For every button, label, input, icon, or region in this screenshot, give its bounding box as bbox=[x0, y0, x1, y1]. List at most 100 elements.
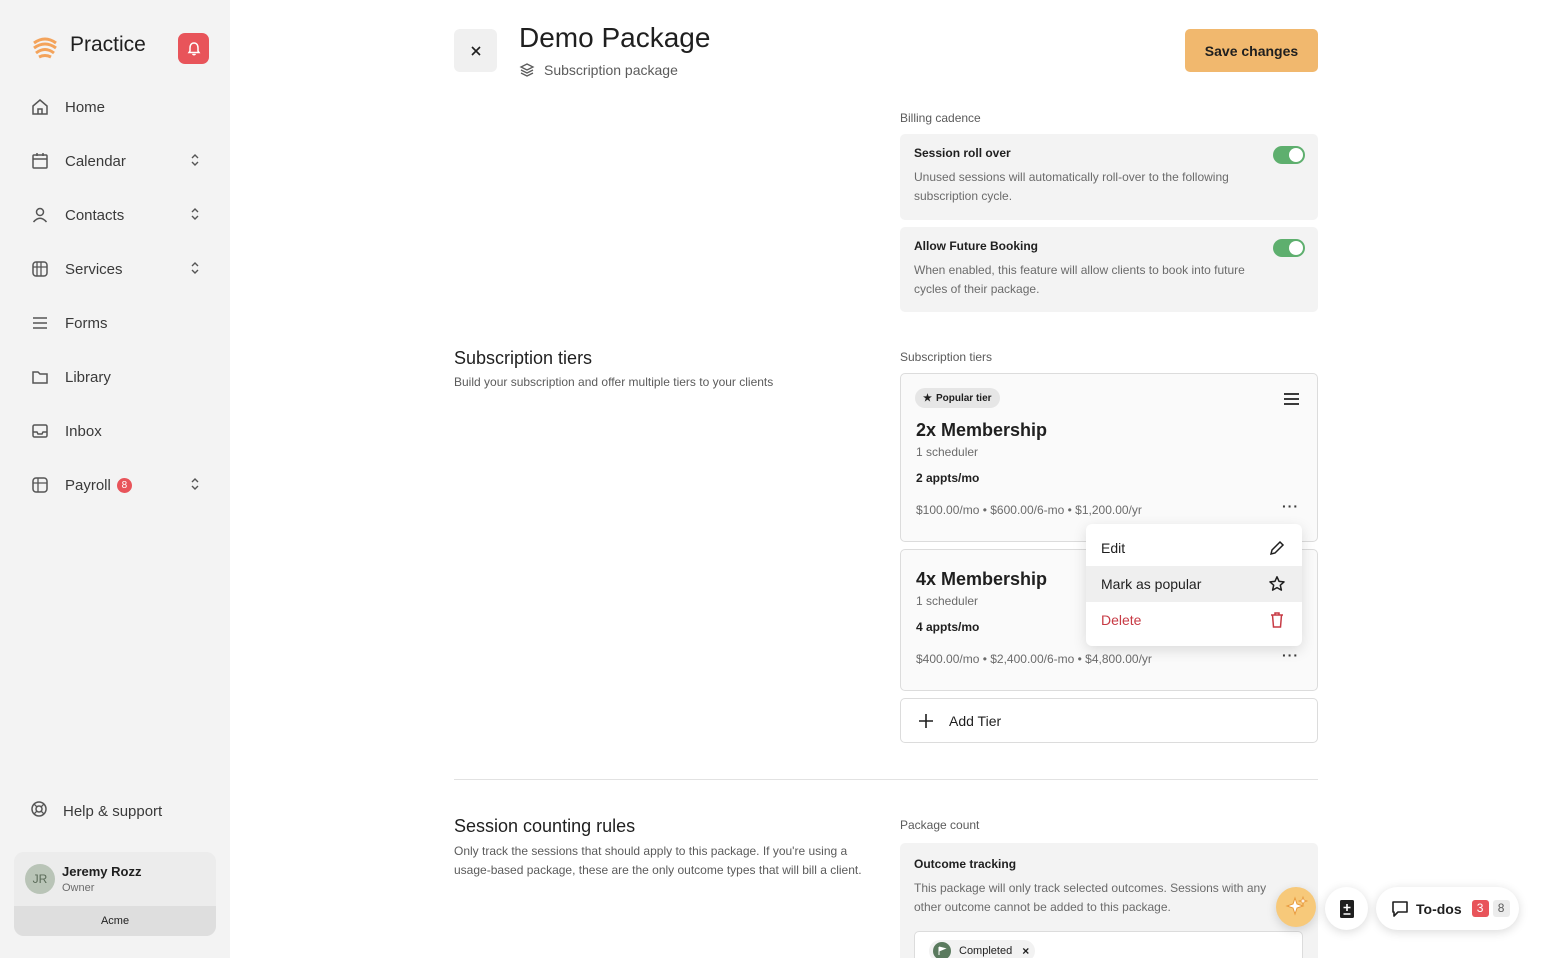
popular-tier-label: Popular tier bbox=[935, 392, 992, 404]
tier-price: $100.00/mo • $600.00/6-mo • $1,200.00/yr bbox=[916, 503, 1142, 517]
user-profile[interactable]: JR Jeremy Rozz Owner bbox=[14, 852, 216, 906]
bell-icon bbox=[187, 41, 200, 55]
menu-item-delete[interactable]: Delete bbox=[1086, 602, 1302, 638]
sidebar-item-label: Inbox bbox=[65, 422, 102, 440]
chevron-updown-icon bbox=[190, 207, 200, 226]
lifebuoy-icon bbox=[30, 800, 48, 823]
layers-icon bbox=[519, 63, 535, 77]
tier-appts: 4 appts/mo bbox=[916, 620, 980, 634]
star-icon: ★ bbox=[923, 392, 932, 404]
todos-count-badge: 8 bbox=[1492, 900, 1510, 917]
flag-icon bbox=[933, 942, 951, 958]
option-description: When enabled, this feature will allow cl… bbox=[914, 263, 1245, 296]
sparkle-icon bbox=[1285, 895, 1309, 916]
sidebar-item-inbox[interactable]: Inbox bbox=[0, 411, 230, 451]
outcome-select-input[interactable]: Completed × bbox=[914, 931, 1303, 958]
close-button[interactable] bbox=[454, 29, 497, 72]
services-icon bbox=[30, 259, 50, 279]
future-booking-card: Allow Future Booking When enabled, this … bbox=[900, 227, 1318, 312]
folder-icon bbox=[30, 367, 50, 387]
more-options-icon[interactable]: ··· bbox=[1282, 498, 1299, 514]
billing-cadence-label: Billing cadence bbox=[900, 111, 981, 125]
inbox-icon bbox=[30, 421, 50, 441]
tier-price: $400.00/mo • $2,400.00/6-mo • $4,800.00/… bbox=[916, 652, 1152, 666]
sidebar-item-services[interactable]: Services bbox=[0, 249, 230, 289]
sidebar-item-label: Calendar bbox=[65, 152, 126, 170]
sidebar-item-label: Library bbox=[65, 368, 111, 386]
menu-item-edit[interactable]: Edit bbox=[1086, 530, 1302, 566]
menu-item-label: Delete bbox=[1101, 612, 1142, 628]
outcome-tracking-card: Outcome tracking This package will only … bbox=[900, 843, 1318, 958]
avatar: JR bbox=[25, 864, 55, 894]
outcome-tracking-title: Outcome tracking bbox=[914, 857, 1017, 871]
tier-name: 2x Membership bbox=[916, 420, 1048, 440]
chip-label: Completed bbox=[959, 945, 1013, 957]
org-switcher[interactable]: Acme bbox=[14, 906, 216, 936]
tier-context-menu: Edit Mark as popular Delete bbox=[1086, 524, 1302, 646]
sidebar-item-forms[interactable]: Forms bbox=[0, 303, 230, 343]
tier-schedulers: 1 scheduler bbox=[916, 445, 979, 459]
outcome-tracking-description: This package will only track selected ou… bbox=[914, 881, 1267, 914]
page-subtitle: Subscription package bbox=[519, 62, 678, 78]
brand[interactable]: Practice bbox=[30, 30, 146, 60]
menu-item-mark-popular[interactable]: Mark as popular bbox=[1086, 566, 1302, 602]
section-description: Build your subscription and offer multip… bbox=[454, 375, 774, 389]
option-title: Session roll over bbox=[914, 146, 1011, 160]
chevron-updown-icon bbox=[190, 477, 200, 496]
session-rollover-card: Session roll over Unused sessions will a… bbox=[900, 134, 1318, 220]
menu-item-label: Edit bbox=[1101, 540, 1126, 556]
trash-icon bbox=[1271, 612, 1283, 628]
sidebar-item-label: Services bbox=[65, 260, 123, 278]
close-icon bbox=[470, 45, 481, 56]
section-title: Session counting rules bbox=[454, 816, 636, 836]
chevron-updown-icon bbox=[190, 153, 200, 172]
help-label: Help & support bbox=[63, 803, 163, 820]
home-icon bbox=[30, 97, 50, 117]
help-support-link[interactable]: Help & support bbox=[30, 800, 162, 823]
save-changes-button[interactable]: Save changes bbox=[1185, 29, 1318, 72]
remove-chip-icon[interactable]: × bbox=[1022, 944, 1029, 958]
user-role: Owner bbox=[62, 882, 95, 894]
document-add-icon bbox=[1339, 899, 1354, 918]
plus-icon bbox=[919, 713, 933, 728]
sidebar-item-label: Forms bbox=[65, 314, 108, 332]
future-booking-toggle[interactable] bbox=[1273, 239, 1305, 257]
chat-bubble-icon bbox=[1392, 900, 1408, 917]
todos-label: To-dos bbox=[1416, 900, 1462, 917]
tier-card: ★ Popular tier 2x Membership 1 scheduler… bbox=[900, 373, 1318, 542]
add-tier-label: Add Tier bbox=[949, 712, 1002, 729]
sidebar-item-home[interactable]: Home bbox=[0, 87, 230, 127]
option-description: Unused sessions will automatically roll-… bbox=[914, 170, 1229, 203]
payroll-icon bbox=[30, 475, 50, 495]
ai-assistant-button[interactable] bbox=[1276, 887, 1316, 927]
sidebar-item-library[interactable]: Library bbox=[0, 357, 230, 397]
calendar-icon bbox=[30, 151, 50, 171]
sidebar-item-payroll[interactable]: Payroll 8 bbox=[0, 465, 230, 505]
page-title: Demo Package bbox=[519, 22, 711, 53]
sidebar-item-contacts[interactable]: Contacts bbox=[0, 195, 230, 235]
chevron-updown-icon bbox=[190, 261, 200, 280]
section-divider bbox=[454, 779, 1318, 780]
user-card[interactable]: JR Jeremy Rozz Owner Acme bbox=[14, 852, 216, 936]
more-options-icon[interactable]: ··· bbox=[1282, 647, 1299, 663]
drag-handle-icon[interactable] bbox=[1283, 392, 1300, 411]
session-rollover-toggle[interactable] bbox=[1273, 146, 1305, 164]
tier-appts: 2 appts/mo bbox=[916, 471, 980, 485]
star-outline-icon bbox=[1269, 576, 1285, 591]
menu-item-label: Mark as popular bbox=[1101, 576, 1202, 592]
todos-count-badge: 3 bbox=[1471, 900, 1489, 917]
option-title: Allow Future Booking bbox=[914, 239, 1038, 253]
package-count-label: Package count bbox=[900, 818, 980, 832]
pencil-icon bbox=[1269, 540, 1285, 556]
tier-name: 4x Membership bbox=[916, 569, 1048, 589]
user-name: Jeremy Rozz bbox=[62, 864, 142, 879]
outcome-chip: Completed × bbox=[929, 940, 1036, 958]
list-icon bbox=[30, 313, 50, 333]
add-tier-button[interactable]: Add Tier bbox=[900, 698, 1318, 743]
notes-button[interactable] bbox=[1325, 887, 1368, 930]
notifications-bell-button[interactable] bbox=[178, 33, 209, 64]
tiers-field-label: Subscription tiers bbox=[900, 350, 993, 364]
todos-button[interactable]: To-dos 3 8 bbox=[1376, 887, 1519, 930]
tier-schedulers: 1 scheduler bbox=[916, 594, 979, 608]
sidebar-item-calendar[interactable]: Calendar bbox=[0, 141, 230, 181]
